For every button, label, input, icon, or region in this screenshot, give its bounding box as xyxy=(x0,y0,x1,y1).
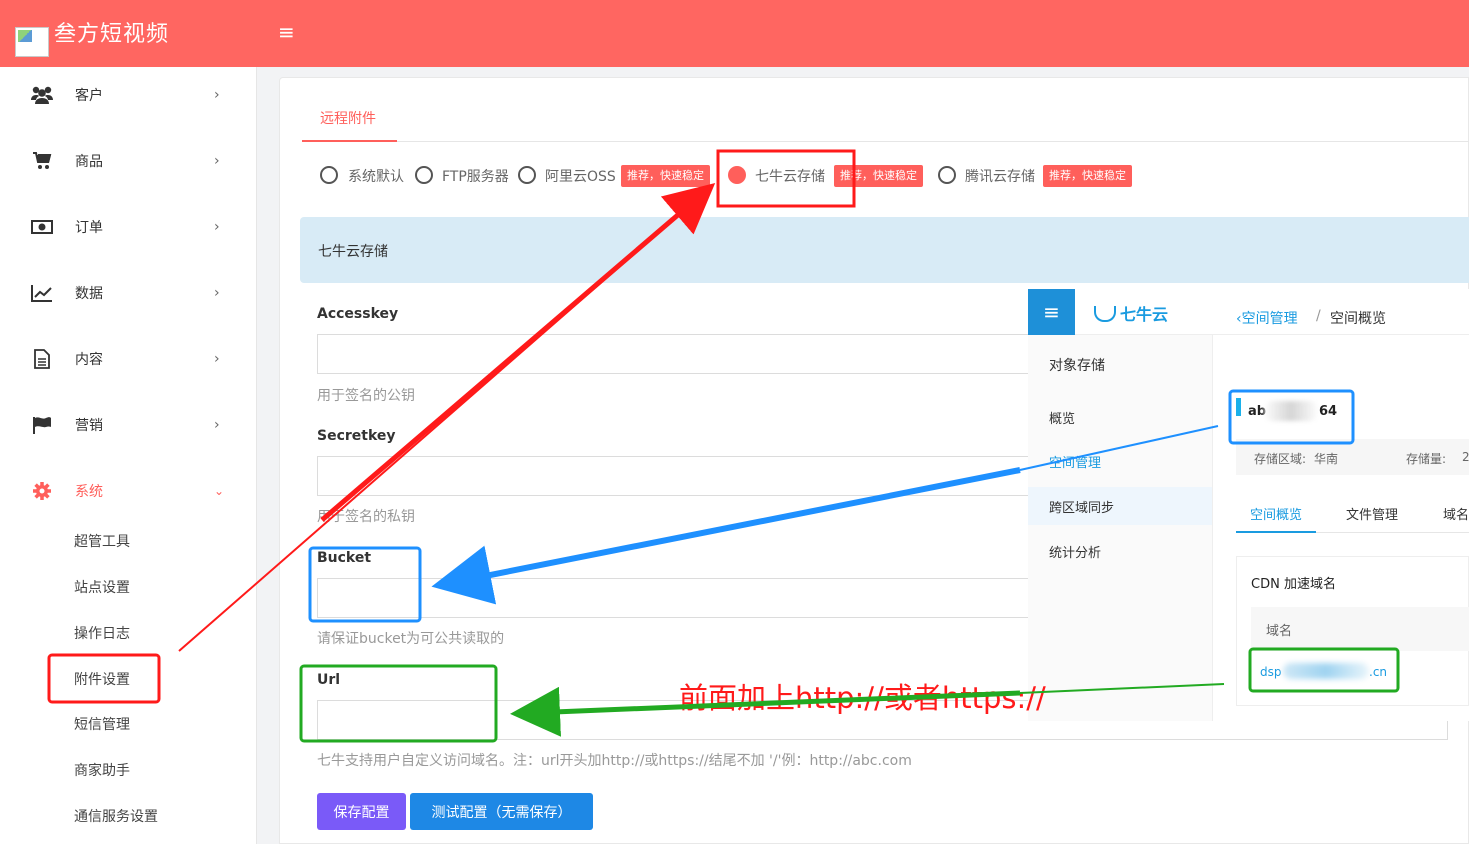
radio-ftp[interactable] xyxy=(415,166,433,184)
brand: 叁方短视频 xyxy=(0,0,257,67)
bucket-help: 请保证bucket为可公共读取的 xyxy=(317,631,505,647)
sidebar-subitem-communication-service[interactable]: 通信服务设置 xyxy=(74,806,158,826)
recommend-badge: 推荐，快速稳定 xyxy=(834,165,923,187)
sidebar-item-label: 系统 xyxy=(75,484,103,500)
qiniu-breadcrumb-current: 空间概览 xyxy=(1330,311,1386,327)
sidebar-item-label: 商品 xyxy=(75,154,103,170)
cart-icon xyxy=(30,149,54,173)
money-icon xyxy=(30,215,54,239)
bucket-label: Bucket xyxy=(317,550,372,566)
sidebar-item-customers[interactable]: 客户 › xyxy=(0,73,257,117)
qiniu-nav-overview[interactable]: 概览 xyxy=(1049,408,1075,427)
qiniu-main-content: ‹空间管理 / 空间概览 ab 64 存储区域: 华南 存储量: 2 空间概览 … xyxy=(1212,289,1469,721)
save-config-button[interactable]: 保存配置 xyxy=(317,793,406,830)
menu-toggle-icon[interactable]: ≡ xyxy=(278,20,295,44)
radio-system-default[interactable] xyxy=(320,166,338,184)
document-icon xyxy=(30,347,54,371)
chevron-right-icon: › xyxy=(214,417,220,433)
qiniu-tab-indicator xyxy=(1236,531,1316,533)
flag-icon xyxy=(30,413,54,437)
test-config-button[interactable]: 测试配置（无需保存） xyxy=(410,793,593,830)
sidebar-item-label: 数据 xyxy=(75,286,103,302)
qiniu-nav-cross-region-sync[interactable]: 跨区域同步 xyxy=(1049,497,1114,516)
secretkey-help: 用于签名的私钥 xyxy=(317,509,415,525)
recommend-badge: 推荐，快速稳定 xyxy=(621,165,710,187)
qiniu-region-value: 华南 xyxy=(1314,452,1339,466)
sidebar-item-system[interactable]: 系统 ⌄ xyxy=(0,469,257,513)
qiniu-domain-redacted xyxy=(1283,663,1369,679)
users-icon xyxy=(30,83,54,107)
qiniu-domain-end[interactable]: .cn xyxy=(1369,665,1387,679)
sidebar-item-data[interactable]: 数据 › xyxy=(0,271,257,315)
qiniu-domain-start[interactable]: dsp xyxy=(1260,665,1282,679)
qiniu-cdn-title: CDN 加速域名 xyxy=(1251,577,1336,592)
sidebar-subitem-sms-management[interactable]: 短信管理 xyxy=(74,714,130,734)
qiniu-breadcrumb-separator: / xyxy=(1316,308,1321,324)
annotation-text: 前面加上http://或者https:// xyxy=(679,681,1046,715)
qiniu-breadcrumb-link[interactable]: ‹空间管理 xyxy=(1236,308,1298,328)
chart-line-icon xyxy=(30,281,54,305)
sidebar-item-label: 营销 xyxy=(75,418,103,434)
secretkey-label: Secretkey xyxy=(317,428,396,444)
qiniu-bucket-name-redacted xyxy=(1263,401,1319,421)
chevron-down-icon: ⌄ xyxy=(214,484,225,498)
qiniu-bucket-marker xyxy=(1236,398,1241,416)
radio-tencent-cos[interactable] xyxy=(938,166,956,184)
radio-label: 腾讯云存储 xyxy=(965,169,1035,185)
chevron-right-icon: › xyxy=(214,285,220,301)
sidebar-item-orders[interactable]: 订单 › xyxy=(0,205,257,249)
qiniu-nav-statistics[interactable]: 统计分析 xyxy=(1049,542,1101,561)
recommend-badge: 推荐，快速稳定 xyxy=(1043,165,1132,187)
url-help: 七牛支持用户自定义访问域名。注：url开头加http://或https://结尾… xyxy=(317,753,912,769)
sidebar-item-label: 订单 xyxy=(75,220,103,236)
sidebar-item-label: 内容 xyxy=(75,352,103,368)
sidebar-subitem-super-admin-tools[interactable]: 超管工具 xyxy=(74,531,130,551)
qiniu-logo-mark-icon xyxy=(1094,306,1116,322)
section-title: 七牛云存储 xyxy=(318,244,388,260)
radio-label: 系统默认 xyxy=(348,169,404,185)
brand-title: 叁方短视频 xyxy=(54,22,170,47)
sidebar-subitem-merchant-assistant[interactable]: 商家助手 xyxy=(74,760,130,780)
sidebar-item-content[interactable]: 内容 › xyxy=(0,337,257,381)
radio-qiniu[interactable] xyxy=(728,166,746,184)
url-label: Url xyxy=(317,672,341,688)
sidebar-subitem-operation-log[interactable]: 操作日志 xyxy=(74,623,130,643)
section-header: 七牛云存储 xyxy=(300,217,1469,283)
qiniu-domain-column-header: 域名 xyxy=(1266,624,1293,639)
radio-aliyun-oss[interactable] xyxy=(518,166,536,184)
radio-label: FTP服务器 xyxy=(442,169,509,185)
chevron-right-icon: › xyxy=(214,87,220,103)
sidebar-item-label: 客户 xyxy=(75,88,103,104)
qiniu-tab-domain[interactable]: 域名 xyxy=(1443,504,1469,523)
qiniu-sidebar: 对象存储 概览 空间管理 跨区域同步 统计分析 xyxy=(1028,335,1212,721)
qiniu-tab-overview[interactable]: 空间概览 xyxy=(1250,504,1302,523)
sidebar-subitem-site-settings[interactable]: 站点设置 xyxy=(74,577,130,597)
chevron-right-icon: › xyxy=(214,153,220,169)
chevron-right-icon: › xyxy=(214,219,220,235)
qiniu-logo: 七牛云 xyxy=(1094,301,1168,325)
qiniu-storage-value: 2 xyxy=(1462,450,1469,464)
qiniu-tab-file-management[interactable]: 文件管理 xyxy=(1346,504,1398,523)
qiniu-bucket-name-end: 64 xyxy=(1319,404,1338,419)
qiniu-nav-object-storage[interactable]: 对象存储 xyxy=(1049,355,1105,375)
tab-bar xyxy=(302,100,1469,142)
radio-label: 七牛云存储 xyxy=(755,169,825,185)
brand-logo xyxy=(15,27,49,57)
qiniu-nav-space-management[interactable]: 空间管理 xyxy=(1049,452,1101,471)
qiniu-region-label: 存储区域: xyxy=(1254,452,1307,466)
accesskey-label: Accesskey xyxy=(317,306,399,322)
sidebar-subitem-attachment-settings[interactable]: 附件设置 xyxy=(74,669,130,689)
sidebar-item-products[interactable]: 商品 › xyxy=(0,139,257,183)
tab-remote-attachment[interactable]: 远程附件 xyxy=(302,108,397,142)
gear-icon xyxy=(30,479,54,503)
sidebar-item-marketing[interactable]: 营销 › xyxy=(0,403,257,447)
qiniu-menu-icon[interactable]: ≡ xyxy=(1028,289,1075,335)
qiniu-storage-label: 存储量: xyxy=(1406,452,1447,466)
radio-label: 阿里云OSS xyxy=(545,169,616,185)
accesskey-help: 用于签名的公钥 xyxy=(317,388,415,404)
chevron-right-icon: › xyxy=(214,351,220,367)
